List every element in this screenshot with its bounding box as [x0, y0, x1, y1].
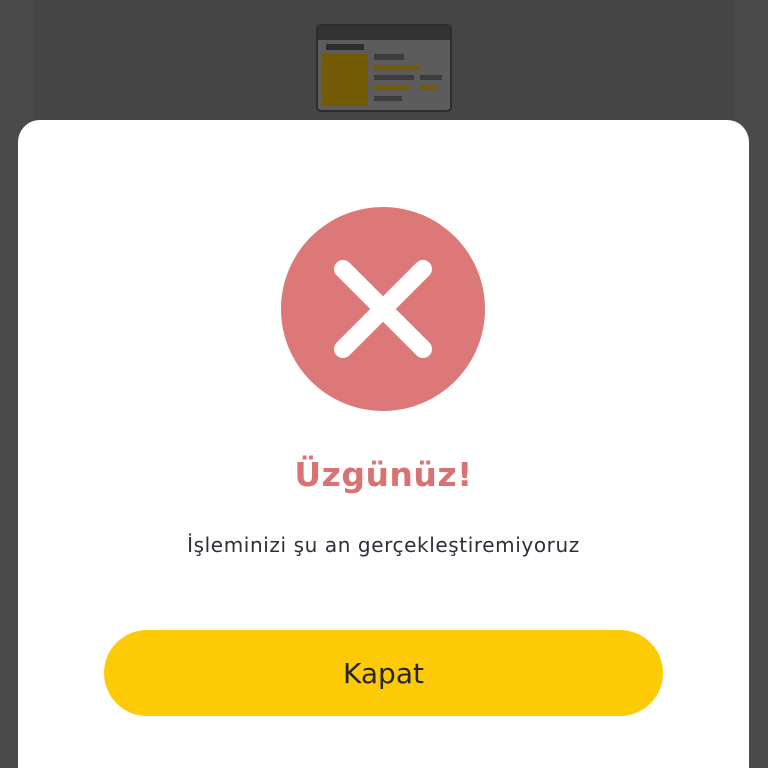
close-button[interactable]: Kapat: [104, 630, 663, 716]
error-dialog: Üzgünüz! İşleminizi şu an gerçekleştirem…: [18, 120, 749, 768]
close-x-icon: [334, 260, 432, 358]
dialog-message: İşleminizi şu an gerçekleştiremiyoruz: [187, 533, 580, 557]
error-status-circle: [281, 207, 485, 411]
document-illustration: [316, 24, 452, 112]
dialog-title: Üzgünüz!: [294, 455, 473, 494]
